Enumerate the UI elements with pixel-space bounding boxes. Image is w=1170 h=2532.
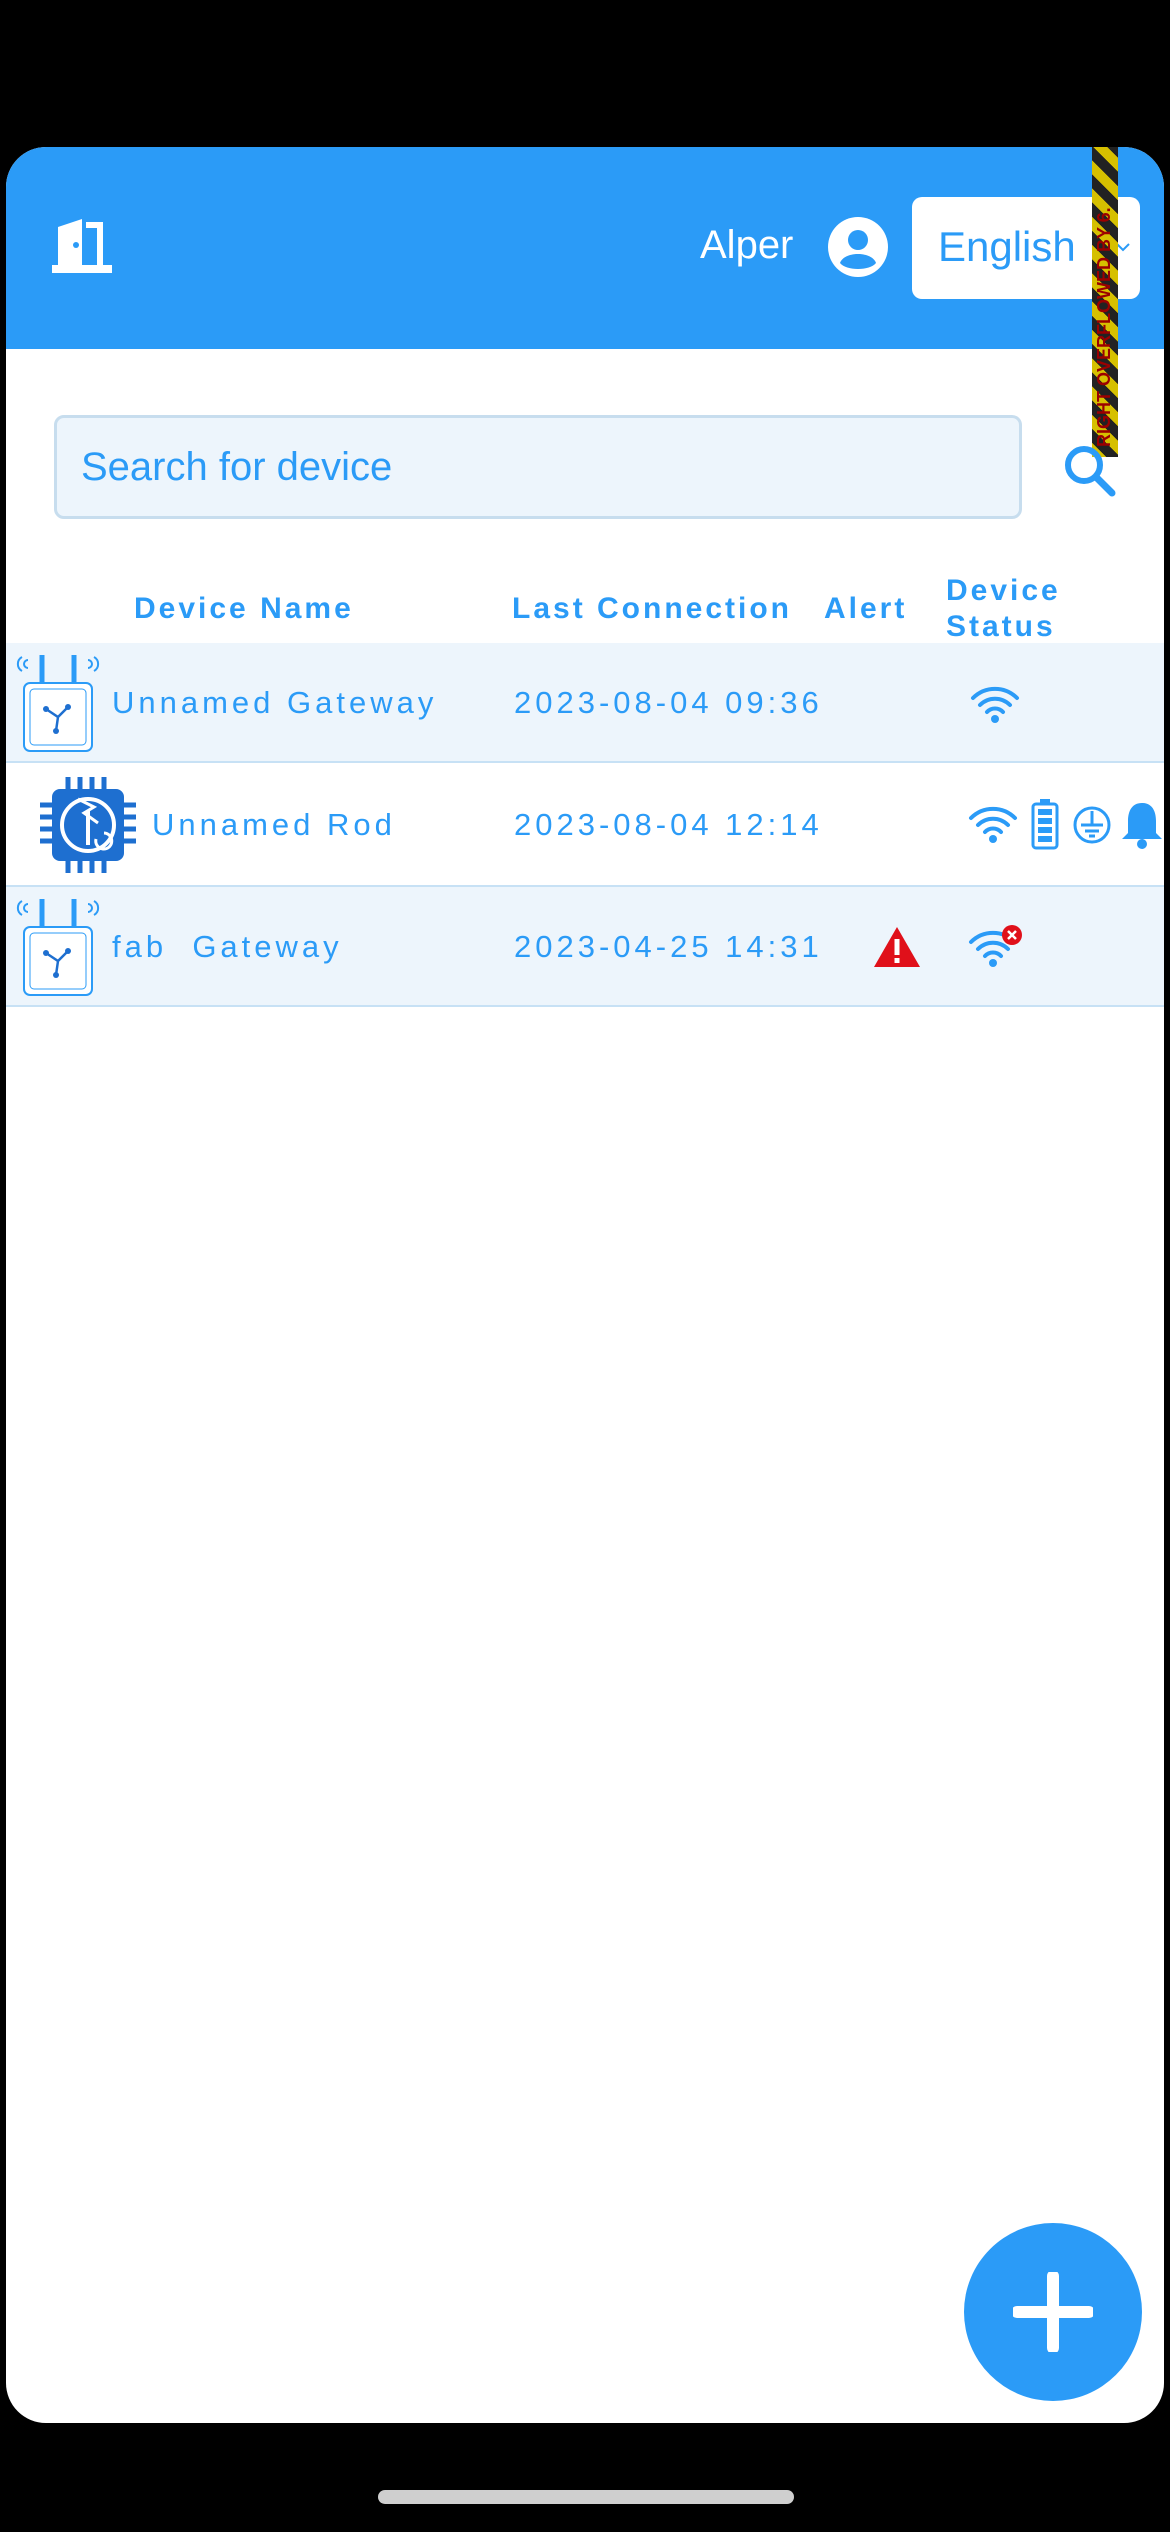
table-row[interactable]: fab Gateway 2023-04-25 14:31 [6, 887, 1164, 1007]
column-header-alert[interactable]: Alert [824, 591, 907, 627]
column-header-device-status-line1[interactable]: Device [946, 573, 1061, 609]
lightning-rod-chip-icon [40, 777, 136, 873]
device-name: fab Gateway [112, 929, 343, 964]
bell-icon [1122, 803, 1162, 849]
device-name: Unnamed Gateway [112, 685, 438, 720]
language-label: English [938, 223, 1076, 270]
add-device-button[interactable] [964, 2223, 1142, 2401]
search-field[interactable] [54, 415, 1022, 519]
search-input[interactable] [57, 418, 1019, 516]
wifi-icon [969, 806, 1017, 843]
wifi-off-icon [969, 925, 1022, 967]
wifi-icon [971, 686, 1019, 723]
home-indicator[interactable] [378, 2490, 794, 2504]
logout-button[interactable] [48, 213, 118, 279]
column-header-last-connection[interactable]: Last Connection [512, 591, 792, 627]
door-exit-icon [52, 219, 112, 273]
username-label: Alper [700, 223, 794, 267]
table-row[interactable]: Unnamed Rod 2023-08-04 12:14 [6, 763, 1164, 887]
gateway-icon [16, 655, 100, 752]
search-button[interactable] [1062, 443, 1118, 499]
table-row[interactable]: Unnamed Gateway 2023-08-04 09:36 [6, 643, 1164, 763]
alert-warning-icon [874, 927, 920, 967]
app-header: Alper English [6, 147, 1164, 349]
last-connection: 2023-08-04 12:14 [514, 807, 823, 842]
chevron-down-icon [1116, 243, 1130, 252]
account-button[interactable] [828, 217, 888, 277]
column-header-device-status-line2[interactable]: Status [946, 609, 1056, 645]
last-connection: 2023-04-25 14:31 [514, 929, 823, 964]
ground-icon [1073, 806, 1111, 844]
device-name: Unnamed Rod [152, 807, 396, 842]
battery-icon [1031, 799, 1059, 850]
last-connection: 2023-08-04 09:36 [514, 685, 823, 720]
search-icon [1065, 446, 1116, 497]
overflow-warning-text: RIGHT OVERFLOWED BY 6. [1094, 207, 1114, 447]
column-header-device-name[interactable]: Device Name [134, 591, 354, 627]
gateway-icon [16, 899, 100, 996]
app-screen: Alper English RIGHT OVERFLOWED BY 6. Dev… [6, 147, 1164, 2423]
account-circle-icon [828, 217, 888, 277]
plus-icon [1013, 2272, 1093, 2352]
